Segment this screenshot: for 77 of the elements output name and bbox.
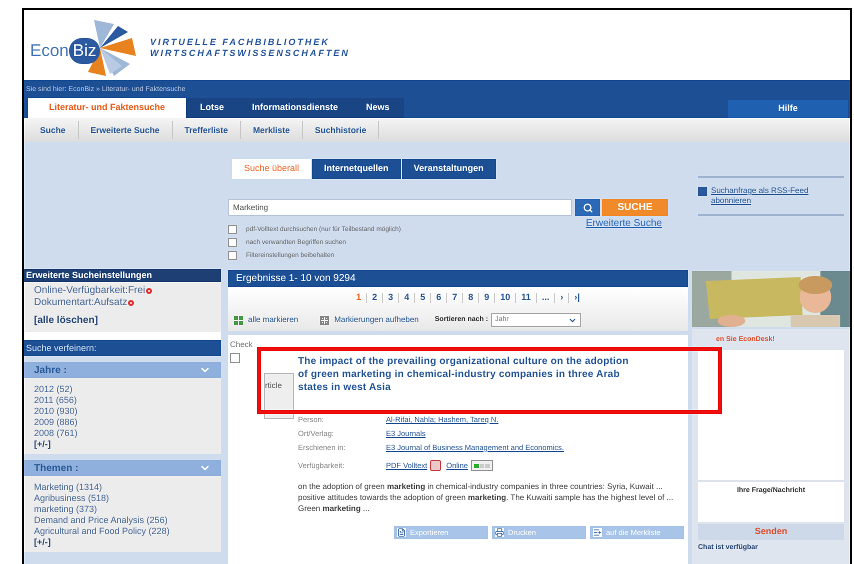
page-link[interactable]: 5 bbox=[415, 291, 430, 305]
search-tab[interactable]: Suche überall bbox=[232, 159, 312, 179]
page-link[interactable]: 6 bbox=[431, 291, 446, 305]
page-link[interactable]: 4 bbox=[399, 291, 414, 305]
facet-link[interactable]: 2012 (52) bbox=[34, 384, 221, 395]
page-link[interactable]: ›| bbox=[569, 291, 585, 305]
search-tab[interactable]: Internetquellen bbox=[312, 159, 401, 179]
facet-link[interactable]: Demand and Price Analysis (256) bbox=[34, 515, 221, 526]
article-thumbnail: rticle bbox=[264, 373, 294, 419]
panel-title: Suche verfeinern: bbox=[24, 340, 221, 356]
rss-link[interactable]: Suchanfrage als RSS-Feed abonnieren bbox=[711, 186, 844, 206]
mark-all-link[interactable]: alle markieren bbox=[248, 314, 298, 326]
facet-header[interactable]: Jahre : bbox=[24, 362, 221, 378]
page-link[interactable]: 7 bbox=[447, 291, 462, 305]
search-icon-button[interactable] bbox=[575, 199, 600, 216]
facet-link[interactable]: 2008 (761) bbox=[34, 428, 221, 439]
page-link[interactable]: ... bbox=[536, 291, 554, 305]
column-heading: Check bbox=[230, 339, 254, 351]
logo-text: Biz bbox=[68, 38, 100, 64]
pdf-icon bbox=[430, 460, 442, 472]
help-tab[interactable]: Hilfe bbox=[728, 100, 848, 118]
checkbox[interactable] bbox=[228, 238, 237, 247]
facet-link[interactable]: Marketing (1314) bbox=[34, 482, 221, 493]
advanced-search-link[interactable]: Erweiterte Suche bbox=[586, 216, 662, 231]
unmark-link[interactable]: Markierungen aufheben bbox=[334, 314, 419, 326]
filter-label: Online-Verfügbarkeit:Frei bbox=[34, 285, 146, 297]
checkbox[interactable] bbox=[228, 251, 237, 260]
logo-tagline: VIRTUELLE FACHBIBLIOTHEK bbox=[150, 37, 331, 48]
facet-link[interactable]: 2009 (886) bbox=[34, 417, 221, 428]
facet-header[interactable]: Themen : bbox=[24, 460, 221, 476]
traffic-light-icon bbox=[470, 460, 493, 472]
expand-link[interactable]: [+/-] bbox=[34, 537, 221, 548]
expand-link[interactable]: [+/-] bbox=[34, 439, 221, 450]
subnav-link[interactable]: Trefferliste bbox=[172, 121, 241, 139]
filter-label: Dokumentart:Aufsatz bbox=[34, 297, 128, 309]
page-link[interactable]: 3 bbox=[383, 291, 398, 305]
page-link[interactable]: 2 bbox=[367, 291, 382, 305]
page-link[interactable]: 11 bbox=[516, 291, 536, 305]
subnav-link[interactable]: Suche bbox=[28, 121, 79, 139]
action-icon bbox=[495, 528, 504, 538]
facet-link[interactable]: 2011 (656) bbox=[34, 395, 221, 406]
nav-tab[interactable]: News bbox=[352, 98, 404, 118]
facet-link[interactable]: marketing (373) bbox=[34, 504, 221, 515]
action-icon bbox=[593, 528, 602, 538]
remove-icon[interactable] bbox=[146, 288, 152, 294]
remove-icon[interactable] bbox=[128, 300, 134, 306]
result-snippet: on the adoption of green marketing in chemical-industry companies in three countries: Syria, Kuwait ... positive attitudes towards the adoption of green marketing. The Kuwaiti sample has the highest level of ... Green marketing ... bbox=[298, 481, 674, 514]
grid-icon bbox=[320, 316, 330, 324]
subnav-link[interactable]: Merkliste bbox=[240, 121, 303, 139]
action-icon bbox=[397, 528, 406, 538]
nav-tab[interactable]: Lotse bbox=[186, 98, 238, 118]
search-tab[interactable]: Veranstaltungen bbox=[402, 159, 496, 179]
facet-link[interactable]: Agribusiness (518) bbox=[34, 493, 221, 504]
page-link[interactable]: 8 bbox=[463, 291, 478, 305]
page-link[interactable]: 10 bbox=[495, 291, 516, 305]
search-icon bbox=[582, 202, 592, 212]
facet-link[interactable]: Agricultural and Food Policy (228) bbox=[34, 526, 221, 537]
nav-tab[interactable]: Literatur- und Faktensuche bbox=[28, 98, 186, 118]
results-bar: Ergebnisse 1- 10 von 9294 bbox=[228, 270, 688, 287]
logo-tagline: WIRTSCHAFTSWISSENSCHAFTEN bbox=[150, 48, 350, 59]
logo-text: Econ bbox=[30, 40, 69, 62]
search-field[interactable]: Marketing bbox=[228, 199, 572, 216]
result-title[interactable]: The impact of the prevailing organizational culture on the adoption of green marketing in chemical-industry companies in three Arab states in west Asia bbox=[298, 355, 633, 394]
result-checkbox[interactable] bbox=[230, 353, 240, 363]
checkbox[interactable] bbox=[228, 225, 237, 234]
page-link[interactable]: 1 bbox=[351, 291, 366, 305]
facet-link[interactable]: 2010 (930) bbox=[34, 406, 221, 417]
subnav-link[interactable]: Suchhistorie bbox=[302, 121, 380, 139]
subnav-link[interactable]: Erweiterte Suche bbox=[78, 121, 172, 139]
rss-icon bbox=[698, 187, 707, 196]
page-link[interactable]: 9 bbox=[479, 291, 494, 305]
panel-title: Erweiterte Sucheinstellungen bbox=[24, 269, 221, 282]
message-field[interactable] bbox=[698, 350, 844, 480]
page-link[interactable]: › bbox=[555, 291, 568, 305]
grid-icon bbox=[234, 316, 243, 324]
clear-link[interactable]: [alle löschen] bbox=[34, 313, 211, 328]
nav-tab[interactable]: Informationsdienste bbox=[238, 98, 352, 118]
